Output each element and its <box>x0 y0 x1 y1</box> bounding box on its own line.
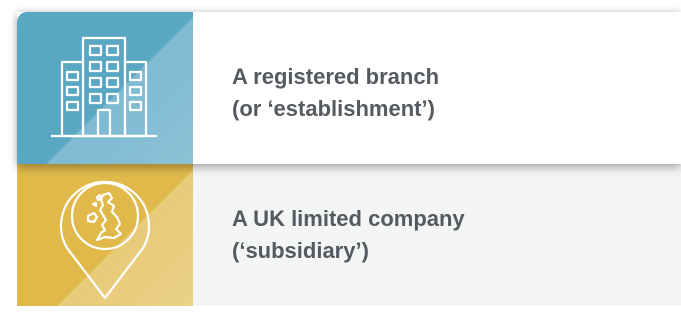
office-building-icon <box>51 36 157 138</box>
branch-icon-tile <box>17 12 193 164</box>
option-title: A registered branch <box>232 64 440 89</box>
company-icon-tile <box>17 164 193 306</box>
uk-map-pin-icon <box>59 180 151 300</box>
option-subtitle: (or ‘establishment’) <box>232 96 435 121</box>
option-subtitle: (‘subsidiary’) <box>232 238 369 263</box>
options-panel: A registered branch (or ‘establishment’) <box>0 0 681 315</box>
option-registered-branch: A registered branch (or ‘establishment’) <box>17 12 681 164</box>
option-label: A UK limited company (‘subsidiary’) <box>193 164 681 306</box>
option-uk-limited-company: A UK limited company (‘subsidiary’) <box>17 164 681 306</box>
option-title: A UK limited company <box>232 206 465 231</box>
option-label: A registered branch (or ‘establishment’) <box>193 12 681 164</box>
